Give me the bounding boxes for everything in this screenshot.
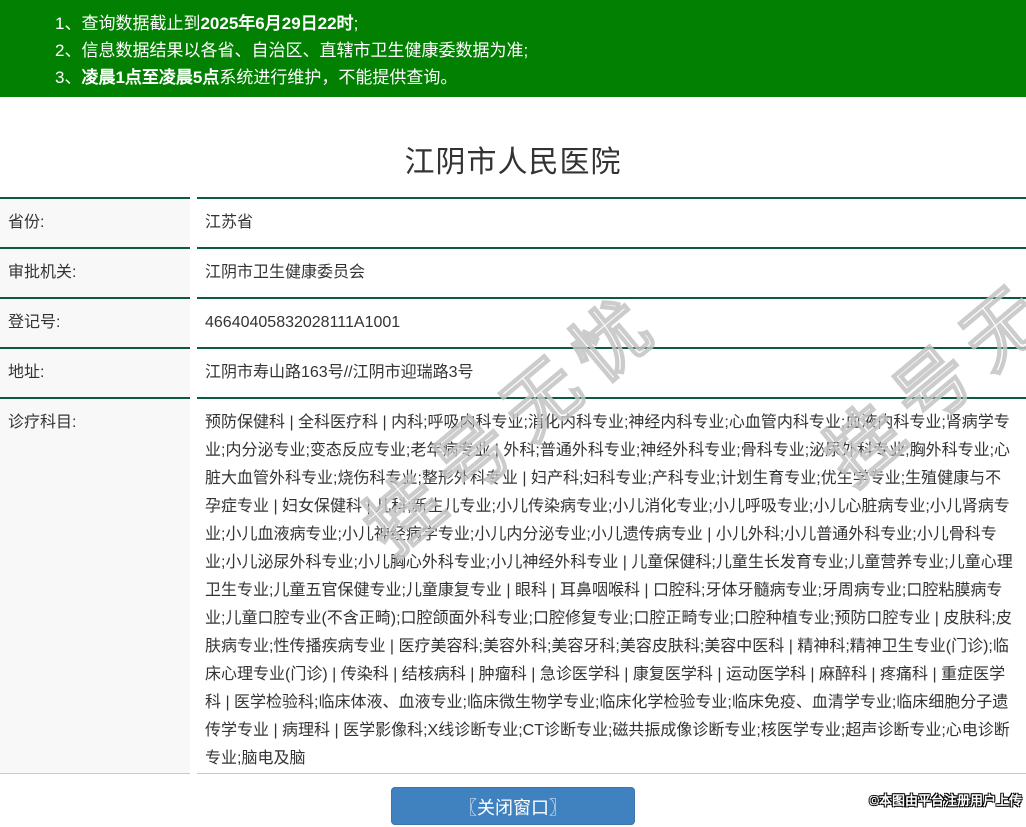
row-value: 江苏省 (194, 198, 1026, 248)
hospital-info-table: 省份: 江苏省 审批机关: 江阴市卫生健康委员会 登记号: 4664040583… (0, 197, 1026, 774)
table-row-registration-number: 登记号: 46640405832028111A1001 (0, 298, 1026, 348)
row-value: 46640405832028111A1001 (194, 298, 1026, 348)
row-label: 登记号: (0, 298, 194, 348)
page-title: 江阴市人民医院 (0, 97, 1026, 181)
notice-bar: 1、查询数据截止到2025年6月29日22时; 2、信息数据结果以各省、自治区、… (0, 0, 1026, 97)
table-row-departments: 诊疗科目: 预防保健科 | 全科医疗科 | 内科;呼吸内科专业;消化内科专业;神… (0, 398, 1026, 774)
notice-number: 3、 (55, 68, 81, 87)
row-value: 江阴市寿山路163号//江阴市迎瑞路3号 (194, 348, 1026, 398)
notice-line-1: 1、查询数据截止到2025年6月29日22时; (55, 10, 1016, 37)
table-row-approval-authority: 审批机关: 江阴市卫生健康委员会 (0, 248, 1026, 298)
row-label: 地址: (0, 348, 194, 398)
row-value: 江阴市卫生健康委员会 (194, 248, 1026, 298)
row-label: 审批机关: (0, 248, 194, 298)
row-value: 预防保健科 | 全科医疗科 | 内科;呼吸内科专业;消化内科专业;神经内科专业;… (194, 398, 1026, 774)
notice-text-post: ; (354, 14, 359, 33)
copyright-note: ©本图由平台注册用户上传 (869, 790, 1022, 809)
row-label: 省份: (0, 198, 194, 248)
notice-text-bold: 2025年6月29日22时 (200, 14, 353, 33)
notice-line-2: 2、信息数据结果以各省、自治区、直辖市卫生健康委数据为准; (55, 37, 1016, 64)
notice-number: 2、 (55, 41, 81, 60)
table-row-province: 省份: 江苏省 (0, 198, 1026, 248)
notice-line-3: 3、凌晨1点至凌晨5点系统进行维护，不能提供查询。 (55, 64, 1016, 91)
departments-text: 预防保健科 | 全科医疗科 | 内科;呼吸内科专业;消化内科专业;神经内科专业;… (205, 409, 1014, 773)
row-label: 诊疗科目: (0, 398, 194, 774)
notice-text-pre: 信息数据结果以各省、自治区、直辖市卫生健康委数据为准; (81, 41, 528, 60)
notice-text-post: 系统进行维护，不能提供查询。 (219, 68, 457, 87)
table-row-address: 地址: 江阴市寿山路163号//江阴市迎瑞路3号 (0, 348, 1026, 398)
notice-number: 1、 (55, 14, 81, 33)
notice-text-pre: 查询数据截止到 (81, 14, 200, 33)
notice-text-bold: 凌晨1点至凌晨5点 (81, 68, 219, 87)
close-window-button[interactable]: 〖关闭窗口〗 (391, 787, 635, 825)
